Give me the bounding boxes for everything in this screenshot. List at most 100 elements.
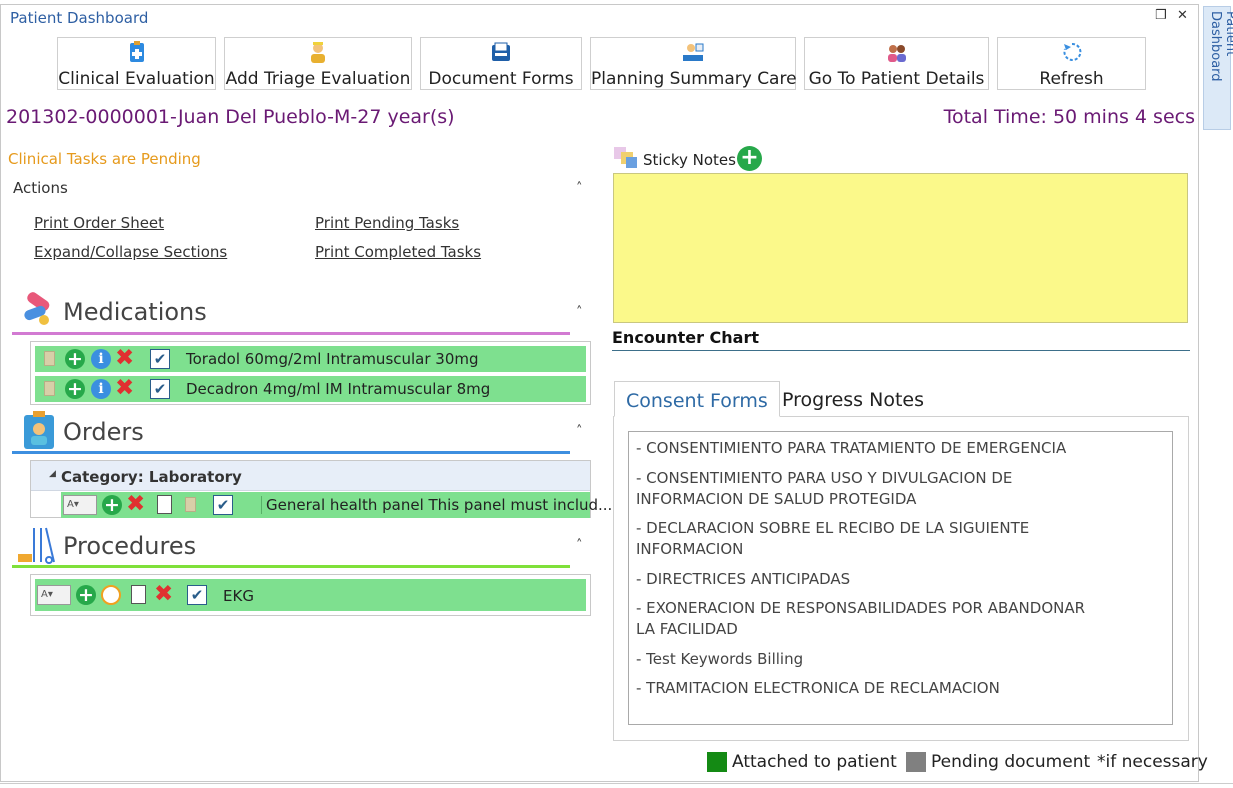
medications-section-title: Medications bbox=[63, 298, 207, 326]
planning-summary-care-button[interactable]: Planning Summary Care bbox=[590, 37, 797, 90]
pending-legend-label: Pending document bbox=[931, 752, 1091, 772]
document-icon[interactable] bbox=[44, 351, 55, 366]
consent-forms-list[interactable]: - CONSENTIMIENTO PARA TRATAMIENTO DE EME… bbox=[628, 431, 1173, 725]
list-item[interactable]: - DIRECTRICES ANTICIPADAS bbox=[636, 569, 1086, 590]
attached-legend-label: Attached to patient bbox=[732, 752, 897, 772]
go-to-patient-details-button[interactable]: Go To Patient Details bbox=[804, 37, 989, 90]
medications-panel: + i ✖ ✔ Toradol 60mg/2ml Intramuscular 3… bbox=[30, 341, 591, 405]
encounter-chart-divider bbox=[612, 350, 1190, 351]
document-forms-button[interactable]: Document Forms bbox=[420, 37, 582, 90]
patient-id: 201302-0000001 bbox=[6, 106, 171, 128]
refresh-icon bbox=[1062, 42, 1081, 61]
medications-pills-icon bbox=[24, 292, 50, 325]
add-note-icon[interactable] bbox=[157, 495, 172, 514]
patient-name: Juan Del Pueblo bbox=[177, 106, 328, 128]
medication-text: Toradol 60mg/2ml Intramuscular 30mg bbox=[186, 350, 479, 368]
tab-progress-notes[interactable]: Progress Notes bbox=[771, 381, 935, 417]
procedures-instruments-icon bbox=[18, 527, 55, 564]
button-label: Add Triage Evaluation bbox=[225, 69, 411, 89]
add-note-icon[interactable] bbox=[131, 585, 146, 604]
medications-collapse-chevron-icon[interactable]: ˄ bbox=[576, 305, 583, 320]
patients-icon bbox=[887, 45, 906, 62]
orders-collapse-chevron-icon[interactable]: ˄ bbox=[576, 424, 583, 439]
orders-section-title: Orders bbox=[63, 418, 144, 446]
medication-text: Decadron 4mg/ml IM Intramuscular 8mg bbox=[186, 380, 491, 398]
complete-checkbox-icon[interactable]: ✔ bbox=[213, 495, 233, 515]
side-tab-patient-dashboard[interactable]: Patient Dashboard bbox=[1203, 6, 1233, 130]
list-item[interactable]: - DECLARACION SOBRE EL RECIBO DE LA SIGU… bbox=[636, 518, 1086, 560]
medication-row[interactable]: + i ✖ ✔ Toradol 60mg/2ml Intramuscular 3… bbox=[35, 346, 586, 372]
orders-panel: Category: Laboratory ◢ A▾ + ✖ ✔ General … bbox=[30, 460, 612, 518]
list-item[interactable]: - CONSENTIMIENTO PARA TRATAMIENTO DE EME… bbox=[636, 438, 1086, 459]
order-text: General health panel This panel must inc… bbox=[261, 496, 612, 514]
refresh-button[interactable]: Refresh bbox=[997, 37, 1146, 90]
button-label: Document Forms bbox=[428, 69, 574, 89]
delete-icon[interactable]: ✖ bbox=[154, 583, 173, 606]
add-icon[interactable]: + bbox=[65, 349, 85, 369]
list-item[interactable]: - CONSENTIMIENTO PARA USO Y DIVULGACION … bbox=[636, 468, 1086, 510]
button-label: Planning Summary Care bbox=[591, 69, 797, 89]
patient-age: 27 year(s) bbox=[357, 106, 455, 128]
pin-icon[interactable]: ❒ bbox=[1155, 8, 1167, 23]
procedure-row[interactable]: A▾ + ✖ ✔ EKG bbox=[35, 579, 586, 611]
list-item[interactable]: - EXONERACION DE RESPONSABILIDADES POR A… bbox=[636, 598, 1086, 640]
procedure-text: EKG bbox=[223, 587, 254, 605]
list-item[interactable]: - Test Keywords Billing bbox=[636, 649, 1086, 670]
add-icon[interactable]: + bbox=[65, 379, 85, 399]
procedures-section-title: Procedures bbox=[63, 532, 197, 560]
separator: - bbox=[170, 106, 178, 128]
info-icon[interactable]: i bbox=[91, 349, 111, 369]
orders-section-divider bbox=[12, 451, 570, 454]
alarm-clock-icon[interactable] bbox=[101, 585, 121, 605]
close-icon[interactable]: ✕ bbox=[1177, 8, 1188, 23]
medication-row[interactable]: + i ✖ ✔ Decadron 4mg/ml IM Intramuscular… bbox=[35, 376, 586, 402]
delete-icon[interactable]: ✖ bbox=[126, 493, 145, 516]
complete-checkbox-icon[interactable]: ✔ bbox=[150, 379, 170, 399]
expand-triangle-icon[interactable]: ◢ bbox=[49, 469, 56, 479]
print-pending-tasks-link[interactable]: Print Pending Tasks bbox=[315, 214, 459, 232]
tab-consent-forms[interactable]: Consent Forms bbox=[614, 381, 780, 417]
nurse-icon bbox=[311, 42, 325, 63]
add-icon[interactable]: + bbox=[76, 585, 96, 605]
procedures-collapse-chevron-icon[interactable]: ˄ bbox=[576, 538, 583, 553]
delete-icon[interactable]: ✖ bbox=[115, 347, 134, 370]
encounter-chart-title: Encounter Chart bbox=[612, 328, 760, 347]
delete-icon[interactable]: ✖ bbox=[115, 377, 134, 400]
add-triage-evaluation-button[interactable]: Add Triage Evaluation bbox=[224, 37, 412, 90]
category-label: Category: Laboratory bbox=[61, 468, 242, 486]
button-label: Clinical Evaluation bbox=[58, 69, 215, 89]
sticky-notes-icon bbox=[614, 147, 637, 168]
category-row[interactable]: Category: Laboratory ◢ bbox=[31, 461, 590, 491]
document-icon[interactable] bbox=[44, 381, 55, 396]
clipboard-icon bbox=[129, 41, 144, 62]
add-icon[interactable]: + bbox=[102, 495, 122, 515]
medications-section-divider bbox=[12, 332, 570, 335]
document-icon[interactable] bbox=[185, 497, 196, 512]
file-tray-icon bbox=[492, 42, 510, 61]
procedures-panel: A▾ + ✖ ✔ EKG bbox=[30, 574, 591, 616]
bottom-border bbox=[0, 783, 1233, 784]
print-completed-tasks-link[interactable]: Print Completed Tasks bbox=[315, 243, 481, 261]
clinical-evaluation-button[interactable]: Clinical Evaluation bbox=[57, 37, 216, 90]
attached-legend-swatch bbox=[707, 752, 727, 772]
separator: - bbox=[327, 106, 334, 128]
actions-collapse-chevron-icon[interactable]: ˄ bbox=[576, 181, 583, 196]
total-time: Total Time: 50 mins 4 secs bbox=[943, 106, 1195, 128]
orders-clipboard-icon bbox=[24, 411, 54, 449]
actions-header: Actions bbox=[13, 179, 68, 197]
list-item[interactable]: - TRAMITACION ELECTRONICA DE RECLAMACION bbox=[636, 678, 1086, 699]
add-sticky-note-button[interactable]: + bbox=[737, 146, 762, 171]
info-icon[interactable]: i bbox=[91, 379, 111, 399]
window-title: Patient Dashboard bbox=[10, 9, 149, 27]
if-necessary-note: *if necessary bbox=[1097, 752, 1208, 772]
print-order-sheet-link[interactable]: Print Order Sheet bbox=[34, 214, 164, 232]
sticky-notes-area[interactable] bbox=[613, 173, 1188, 323]
format-dropdown[interactable]: A▾ bbox=[63, 495, 97, 515]
doctor-desk-icon bbox=[683, 43, 704, 61]
pending-legend-swatch bbox=[906, 752, 926, 772]
complete-checkbox-icon[interactable]: ✔ bbox=[150, 349, 170, 369]
expand-collapse-sections-link[interactable]: Expand/Collapse Sections bbox=[34, 243, 227, 261]
format-dropdown[interactable]: A▾ bbox=[37, 585, 71, 605]
order-row[interactable]: A▾ + ✖ ✔ General health panel This panel… bbox=[61, 492, 612, 518]
complete-checkbox-icon[interactable]: ✔ bbox=[187, 585, 207, 605]
